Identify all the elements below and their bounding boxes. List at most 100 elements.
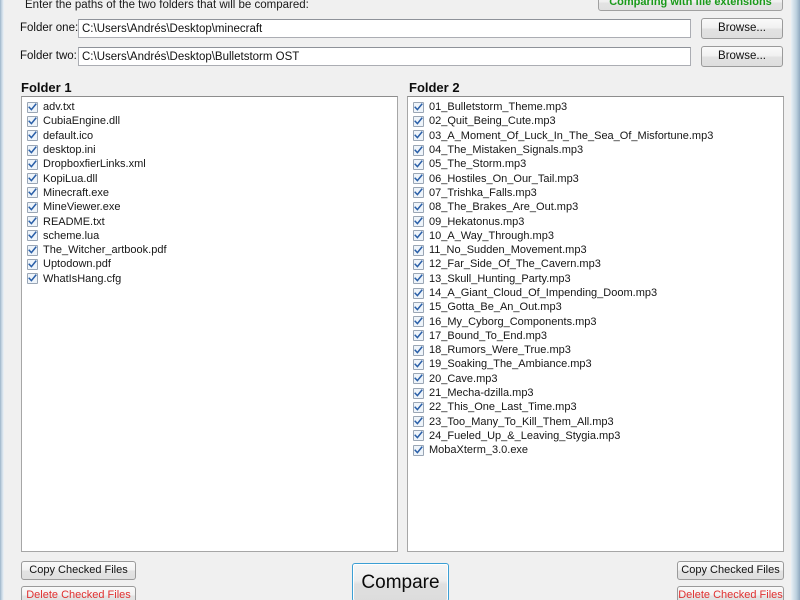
file-list-item[interactable]: README.txt: [22, 214, 397, 228]
checkbox-checked-icon[interactable]: [413, 387, 424, 399]
checkbox-checked-icon[interactable]: [413, 258, 424, 270]
file-name-label: 02_Quit_Being_Cute.mp3: [429, 115, 556, 128]
file-name-label: 15_Gotta_Be_An_Out.mp3: [429, 301, 562, 314]
folder-two-file-list[interactable]: 01_Bulletstorm_Theme.mp3 02_Quit_Being_Cu…: [407, 96, 784, 552]
checkbox-checked-icon[interactable]: [413, 130, 424, 142]
file-list-item[interactable]: 21_Mecha-dzilla.mp3: [408, 386, 783, 400]
folder-one-browse-button[interactable]: Browse...: [701, 18, 783, 39]
checkbox-checked-icon[interactable]: [27, 244, 38, 256]
file-list-item[interactable]: 22_This_One_Last_Time.mp3: [408, 400, 783, 414]
checkbox-checked-icon[interactable]: [27, 273, 38, 285]
file-list-item[interactable]: 07_Trishka_Falls.mp3: [408, 186, 783, 200]
compare-button[interactable]: Compare: [352, 563, 449, 600]
checkbox-checked-icon[interactable]: [413, 201, 424, 213]
checkbox-checked-icon[interactable]: [413, 416, 424, 428]
checkbox-checked-icon[interactable]: [413, 358, 424, 370]
checkbox-checked-icon[interactable]: [27, 158, 38, 170]
folder-one-input[interactable]: [78, 19, 691, 38]
file-list-item[interactable]: KopiLua.dll: [22, 171, 397, 185]
checkbox-checked-icon[interactable]: [413, 158, 424, 170]
file-list-item[interactable]: 06_Hostiles_On_Our_Tail.mp3: [408, 171, 783, 185]
checkbox-checked-icon[interactable]: [27, 258, 38, 270]
checkbox-checked-icon[interactable]: [413, 287, 424, 299]
file-name-label: 16_My_Cyborg_Components.mp3: [429, 315, 597, 328]
file-list-item[interactable]: adv.txt: [22, 100, 397, 114]
file-list-item[interactable]: CubiaEngine.dll: [22, 114, 397, 128]
checkbox-checked-icon[interactable]: [413, 401, 424, 413]
file-name-label: 10_A_Way_Through.mp3: [429, 229, 554, 242]
checkbox-checked-icon[interactable]: [413, 244, 424, 256]
folder-one-copy-checked-button[interactable]: Copy Checked Files: [21, 561, 136, 580]
file-list-item[interactable]: 15_Gotta_Be_An_Out.mp3: [408, 300, 783, 314]
file-list-item[interactable]: default.ico: [22, 129, 397, 143]
checkbox-checked-icon[interactable]: [413, 115, 424, 127]
folder-two-input[interactable]: [78, 47, 691, 66]
file-name-label: scheme.lua: [43, 229, 100, 242]
file-list-item[interactable]: 17_Bound_To_End.mp3: [408, 329, 783, 343]
file-list-item[interactable]: 02_Quit_Being_Cute.mp3: [408, 114, 783, 128]
checkbox-checked-icon[interactable]: [413, 430, 424, 442]
checkbox-checked-icon[interactable]: [413, 173, 424, 185]
file-list-item[interactable]: 18_Rumors_Were_True.mp3: [408, 343, 783, 357]
checkbox-checked-icon[interactable]: [413, 373, 424, 385]
checkbox-checked-icon[interactable]: [413, 216, 424, 228]
file-list-item[interactable]: 01_Bulletstorm_Theme.mp3: [408, 100, 783, 114]
file-list-item[interactable]: 11_No_Sudden_Movement.mp3: [408, 243, 783, 257]
file-list-item[interactable]: 03_A_Moment_Of_Luck_In_The_Sea_Of_Misfor…: [408, 129, 783, 143]
file-list-item[interactable]: scheme.lua: [22, 229, 397, 243]
checkbox-checked-icon[interactable]: [27, 216, 38, 228]
file-list-item[interactable]: 05_The_Storm.mp3: [408, 157, 783, 171]
file-list-item[interactable]: 12_Far_Side_Of_The_Cavern.mp3: [408, 257, 783, 271]
file-list-item[interactable]: 24_Fueled_Up_&_Leaving_Stygia.mp3: [408, 429, 783, 443]
file-name-label: 11_No_Sudden_Movement.mp3: [429, 244, 587, 257]
file-list-item[interactable]: MobaXterm_3.0.exe: [408, 443, 783, 457]
checkbox-checked-icon[interactable]: [413, 187, 424, 199]
file-name-label: WhatIsHang.cfg: [43, 272, 122, 285]
checkbox-checked-icon[interactable]: [413, 301, 424, 313]
file-list-item[interactable]: WhatIsHang.cfg: [22, 272, 397, 286]
folder-two-browse-button[interactable]: Browse...: [701, 46, 783, 67]
file-list-item[interactable]: 14_A_Giant_Cloud_Of_Impending_Doom.mp3: [408, 286, 783, 300]
file-list-item[interactable]: 09_Hekatonus.mp3: [408, 214, 783, 228]
checkbox-checked-icon[interactable]: [413, 444, 424, 456]
checkbox-checked-icon[interactable]: [27, 201, 38, 213]
checkbox-checked-icon[interactable]: [27, 230, 38, 242]
file-list-item[interactable]: 13_Skull_Hunting_Party.mp3: [408, 272, 783, 286]
comparison-mode-button[interactable]: Comparing with file extensions: [598, 0, 783, 11]
file-list-item[interactable]: 04_The_Mistaken_Signals.mp3: [408, 143, 783, 157]
checkbox-checked-icon[interactable]: [27, 187, 38, 199]
file-list-item[interactable]: 20_Cave.mp3: [408, 372, 783, 386]
folder-one-heading: Folder 1: [21, 80, 72, 95]
file-list-item[interactable]: Minecraft.exe: [22, 186, 397, 200]
file-list-item[interactable]: 16_My_Cyborg_Components.mp3: [408, 314, 783, 328]
checkbox-checked-icon[interactable]: [413, 344, 424, 356]
file-list-item[interactable]: 19_Soaking_The_Ambiance.mp3: [408, 357, 783, 371]
folder-two-copy-checked-button[interactable]: Copy Checked Files: [677, 561, 784, 580]
folder-one-row: Folder one: Browse...: [5, 18, 789, 41]
checkbox-checked-icon[interactable]: [27, 101, 38, 113]
folder-one-delete-checked-button[interactable]: Delete Checked Files: [21, 586, 136, 600]
file-list-item[interactable]: DropboxfierLinks.xml: [22, 157, 397, 171]
file-list-item[interactable]: Uptodown.pdf: [22, 257, 397, 271]
file-list-item[interactable]: The_Witcher_artbook.pdf: [22, 243, 397, 257]
file-list-item[interactable]: 23_Too_Many_To_Kill_Them_All.mp3: [408, 415, 783, 429]
file-name-label: adv.txt: [43, 101, 75, 114]
checkbox-checked-icon[interactable]: [413, 230, 424, 242]
checkbox-checked-icon[interactable]: [27, 173, 38, 185]
checkbox-checked-icon[interactable]: [413, 316, 424, 328]
folder-one-file-list[interactable]: adv.txt CubiaEngine.dll default.ico desktop…: [21, 96, 398, 552]
checkbox-checked-icon[interactable]: [27, 130, 38, 142]
checkbox-checked-icon[interactable]: [413, 101, 424, 113]
folder-two-delete-checked-button[interactable]: Delete Checked Files: [677, 586, 784, 600]
file-list-item[interactable]: 08_The_Brakes_Are_Out.mp3: [408, 200, 783, 214]
folder-two-heading: Folder 2: [409, 80, 460, 95]
checkbox-checked-icon[interactable]: [27, 115, 38, 127]
checkbox-checked-icon[interactable]: [413, 144, 424, 156]
checkbox-checked-icon[interactable]: [413, 273, 424, 285]
file-list-item[interactable]: MineViewer.exe: [22, 200, 397, 214]
file-list-item[interactable]: desktop.ini: [22, 143, 397, 157]
file-name-label: 20_Cave.mp3: [429, 372, 498, 385]
checkbox-checked-icon[interactable]: [27, 144, 38, 156]
file-list-item[interactable]: 10_A_Way_Through.mp3: [408, 229, 783, 243]
checkbox-checked-icon[interactable]: [413, 330, 424, 342]
